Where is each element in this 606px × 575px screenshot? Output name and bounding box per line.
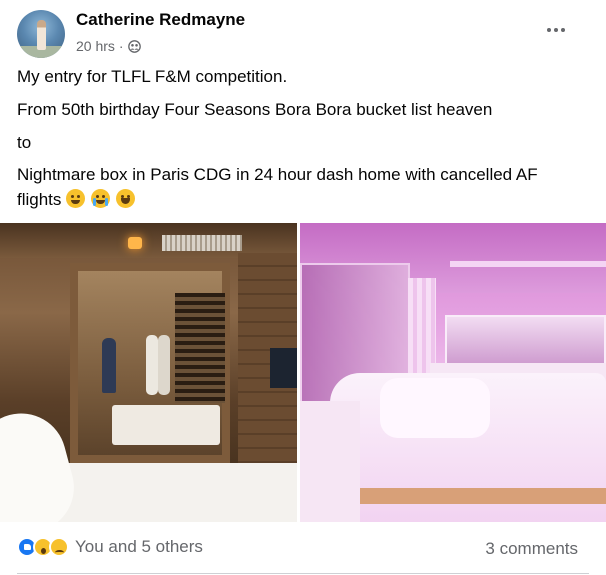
post-text-line-1: My entry for TLFL F&M competition.	[17, 67, 288, 86]
crying-face-emoji	[90, 189, 110, 208]
footer-divider	[17, 573, 589, 574]
more-options-icon[interactable]	[540, 18, 572, 42]
post-text-line-2: From 50th birthday Four Seasons Bora Bor…	[17, 100, 493, 119]
post-text-line-4: Nightmare box in Paris CDG in 24 hour da…	[17, 165, 538, 184]
paris-cdg-pod-room-photo[interactable]	[300, 223, 606, 522]
post-timestamp[interactable]: 20 hrs	[76, 38, 115, 54]
post-text-line-5: flights	[17, 189, 136, 210]
comments-count-link[interactable]: 3 comments	[485, 539, 578, 559]
reactions-summary[interactable]: You and 5 others	[17, 537, 203, 557]
post-text-last-word: flights	[17, 190, 62, 209]
sad-icon	[49, 537, 69, 557]
meta-separator: ·	[118, 38, 124, 54]
grinning-sweat-emoji	[115, 189, 135, 208]
tired-face-emoji	[66, 189, 86, 208]
four-seasons-bora-bora-room-photo[interactable]	[0, 223, 297, 522]
post-text-line-3: to	[17, 133, 32, 152]
author-name[interactable]: Catherine Redmayne	[76, 10, 245, 30]
friends-icon[interactable]	[127, 39, 141, 53]
post-meta: 20 hrs ·	[76, 38, 141, 54]
author-avatar[interactable]	[17, 10, 65, 58]
reactions-count-text[interactable]: You and 5 others	[75, 537, 203, 557]
facebook-post: Catherine Redmayne 20 hrs · My entry for…	[0, 0, 606, 575]
